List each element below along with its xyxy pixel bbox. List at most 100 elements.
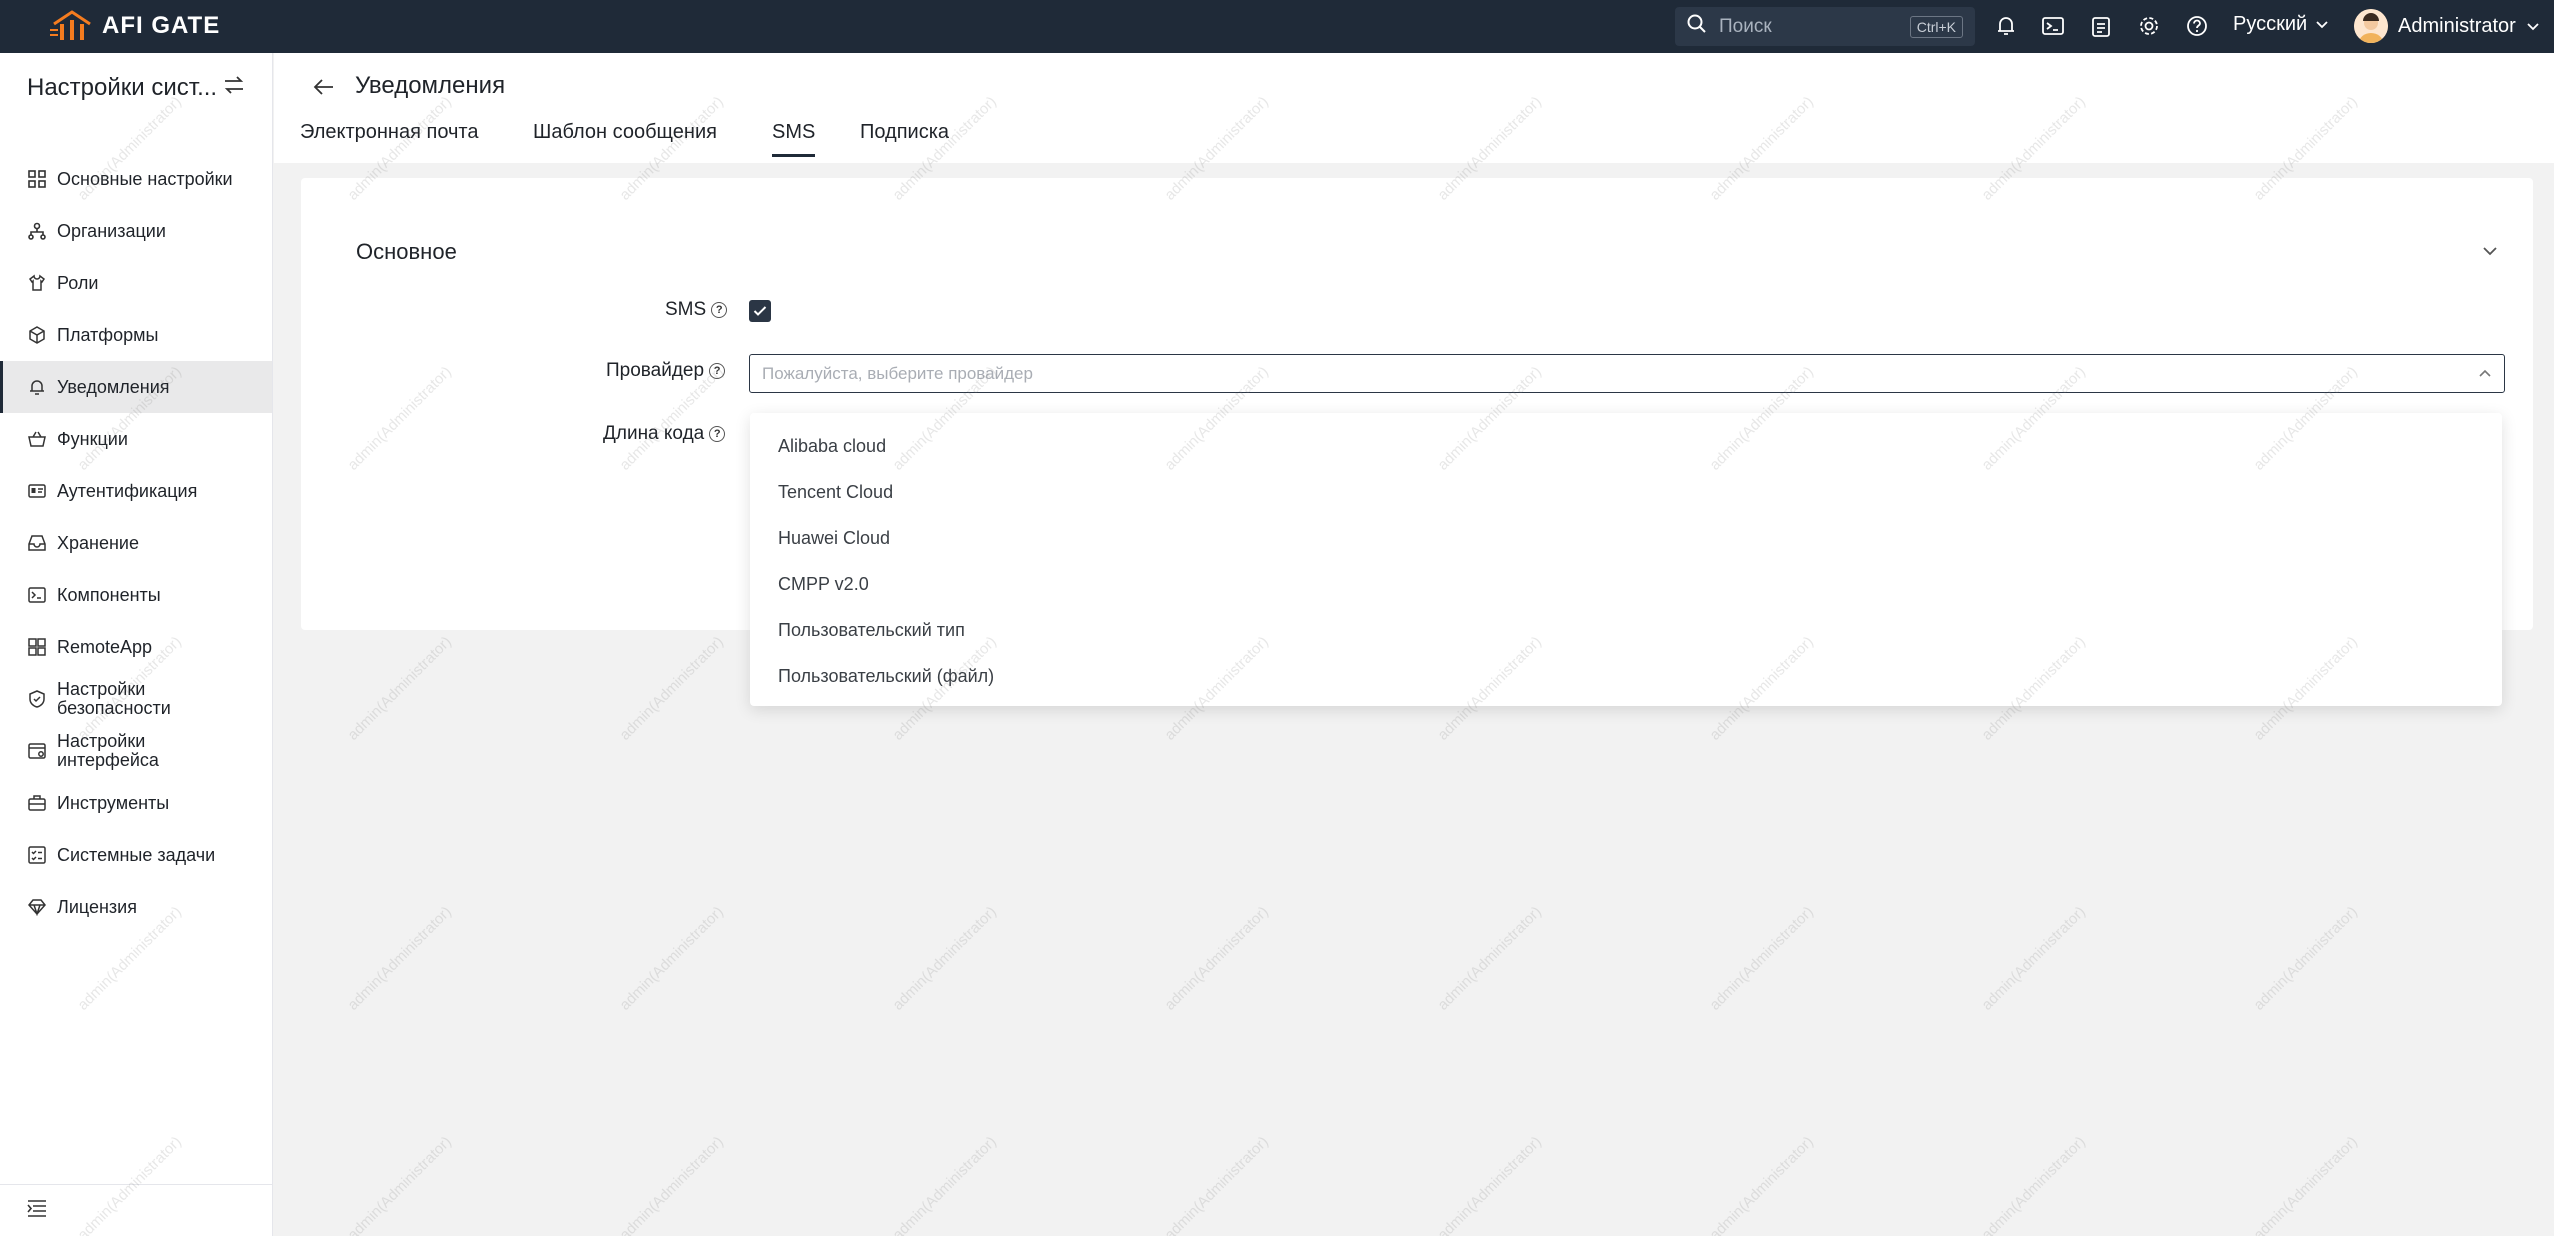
provider-select[interactable]: Пожалуйста, выберите провайдер: [749, 354, 2505, 393]
logo-icon: [50, 10, 94, 42]
clipboard-icon[interactable]: [2088, 13, 2114, 39]
sidebar-item-interface[interactable]: Настройки интерфейса: [0, 725, 272, 777]
page-title: Уведомления: [355, 72, 506, 99]
basket-icon: [27, 429, 47, 449]
sidebar-collapse-button[interactable]: [0, 1184, 272, 1236]
sidebar-item-label: Компоненты: [57, 584, 161, 605]
sidebar-item-label: Настройки интерфейса: [57, 731, 159, 770]
page-header: Уведомления Электронная почта Шаблон соо…: [274, 53, 2554, 163]
sidebar-item-label: Хранение: [57, 532, 139, 553]
watermark-text: admin(Administrator): [1706, 1133, 1817, 1236]
tab-sms[interactable]: SMS: [772, 121, 816, 157]
help-icon[interactable]: ?: [711, 302, 728, 318]
sidebar-item-organizations[interactable]: Организации: [0, 205, 272, 257]
provider-label-text: Провайдер: [606, 360, 705, 381]
sms-checkbox[interactable]: [749, 300, 771, 322]
search-input[interactable]: Поиск Ctrl+K: [1675, 7, 1975, 46]
sidebar-item-basic[interactable]: Основные настройки: [0, 153, 272, 205]
sidebar-title: Настройки сист...: [27, 74, 218, 101]
help-icon[interactable]: ?: [709, 426, 726, 442]
switch-icon[interactable]: [223, 74, 245, 102]
sidebar-item-license[interactable]: Лицензия: [0, 881, 272, 933]
app-logo[interactable]: AFI GATE: [50, 10, 220, 42]
sidebar-item-storage[interactable]: Хранение: [0, 517, 272, 569]
terminal-icon[interactable]: [2040, 13, 2066, 39]
inbox-icon: [27, 533, 47, 553]
dropdown-option-custom[interactable]: Пользовательский тип: [750, 607, 2502, 653]
sidebar-item-label: Уведомления: [57, 376, 170, 397]
bell-icon: [27, 377, 47, 397]
user-name: Administrator: [2398, 14, 2516, 37]
tab-subscription[interactable]: Подписка: [860, 121, 949, 154]
app-name: AFI GATE: [102, 12, 221, 39]
grid-icon: [27, 169, 47, 189]
shield-icon: [27, 689, 47, 709]
sms-field-label: SMS ?: [665, 299, 728, 321]
sidebar-item-label: Роли: [57, 272, 99, 293]
provider-field-label: Провайдер ?: [606, 360, 726, 382]
check-icon: [753, 306, 767, 316]
terminal-icon: [27, 585, 47, 605]
watermark-text: admin(Administrator): [616, 1133, 727, 1236]
sidebar-item-label: RemoteApp: [57, 636, 153, 657]
bell-icon[interactable]: [1993, 13, 2019, 39]
watermark-text: admin(Administrator): [889, 1133, 1000, 1236]
chevron-down-icon[interactable]: [2477, 238, 2503, 264]
sidebar-item-functions[interactable]: Функции: [0, 413, 272, 465]
dropdown-option-huawei[interactable]: Huawei Cloud: [750, 515, 2502, 561]
sidebar-item-label: Лицензия: [57, 896, 137, 917]
sidebar: Настройки сист... Основные настройки Орг…: [0, 53, 273, 1236]
sidebar-item-label: Функции: [57, 428, 128, 449]
provider-placeholder: Пожалуйста, выберите провайдер: [762, 363, 1033, 383]
sidebar-item-security[interactable]: Настройки безопасности: [0, 673, 272, 725]
watermark-text: admin(Administrator): [1161, 1133, 1272, 1236]
watermark-text: admin(Administrator): [616, 633, 727, 744]
watermark-text: admin(Administrator): [1161, 903, 1272, 1014]
provider-dropdown: Alibaba cloud Tencent Cloud Huawei Cloud…: [750, 413, 2502, 706]
tab-message-template[interactable]: Шаблон сообщения: [533, 121, 717, 154]
dropdown-option-custom-file[interactable]: Пользовательский (файл): [750, 653, 2502, 699]
help-icon[interactable]: [2184, 13, 2210, 39]
watermark-text: admin(Administrator): [1434, 903, 1545, 1014]
language-label: Русский: [2233, 13, 2308, 35]
tasks-icon: [27, 845, 47, 865]
sidebar-item-components[interactable]: Компоненты: [0, 569, 272, 621]
dropdown-option-tencent[interactable]: Tencent Cloud: [750, 469, 2502, 515]
user-menu[interactable]: Administrator: [2354, 9, 2540, 43]
sidebar-item-authentication[interactable]: Аутентификация: [0, 465, 272, 517]
toolbox-icon: [27, 793, 47, 813]
shirt-icon: [27, 273, 47, 293]
sidebar-item-system-tasks[interactable]: Системные задачи: [0, 829, 272, 881]
watermark-text: admin(Administrator): [344, 633, 455, 744]
sidebar-item-roles[interactable]: Роли: [0, 257, 272, 309]
sidebar-item-notifications[interactable]: Уведомления: [0, 361, 272, 413]
back-arrow-icon[interactable]: [310, 73, 338, 101]
watermark-text: admin(Administrator): [1706, 903, 1817, 1014]
sidebar-item-remoteapp[interactable]: RemoteApp: [0, 621, 272, 673]
sidebar-item-tools[interactable]: Инструменты: [0, 777, 272, 829]
watermark-text: admin(Administrator): [2250, 903, 2361, 1014]
sidebar-item-platforms[interactable]: Платформы: [0, 309, 272, 361]
dropdown-option-cmpp[interactable]: CMPP v2.0: [750, 561, 2502, 607]
search-shortcut: Ctrl+K: [1909, 15, 1963, 38]
dropdown-caret: [1620, 403, 1640, 413]
apps-icon: [27, 637, 47, 657]
tab-email[interactable]: Электронная почта: [300, 121, 478, 154]
top-bar: AFI GATE Поиск Ctrl+K Русский Administra…: [0, 0, 2554, 53]
language-selector[interactable]: Русский: [2233, 13, 2329, 36]
org-icon: [27, 221, 47, 241]
sidebar-item-label: Аутентификация: [57, 480, 198, 501]
chevron-down-icon: [2315, 13, 2329, 36]
sidebar-item-label: Системные задачи: [57, 844, 216, 865]
watermark-text: admin(Administrator): [889, 903, 1000, 1014]
id-card-icon: [27, 481, 47, 501]
sidebar-item-label: Основные настройки: [57, 168, 233, 189]
watermark-text: admin(Administrator): [1978, 903, 2089, 1014]
dropdown-option-alibaba[interactable]: Alibaba cloud: [750, 423, 2502, 469]
chevron-up-icon: [2478, 365, 2492, 383]
gear-icon[interactable]: [2136, 13, 2162, 39]
help-icon[interactable]: ?: [709, 363, 726, 379]
sms-label-text: SMS: [665, 299, 707, 320]
sidebar-item-label: Инструменты: [57, 792, 170, 813]
sidebar-header: Настройки сист...: [0, 53, 272, 123]
